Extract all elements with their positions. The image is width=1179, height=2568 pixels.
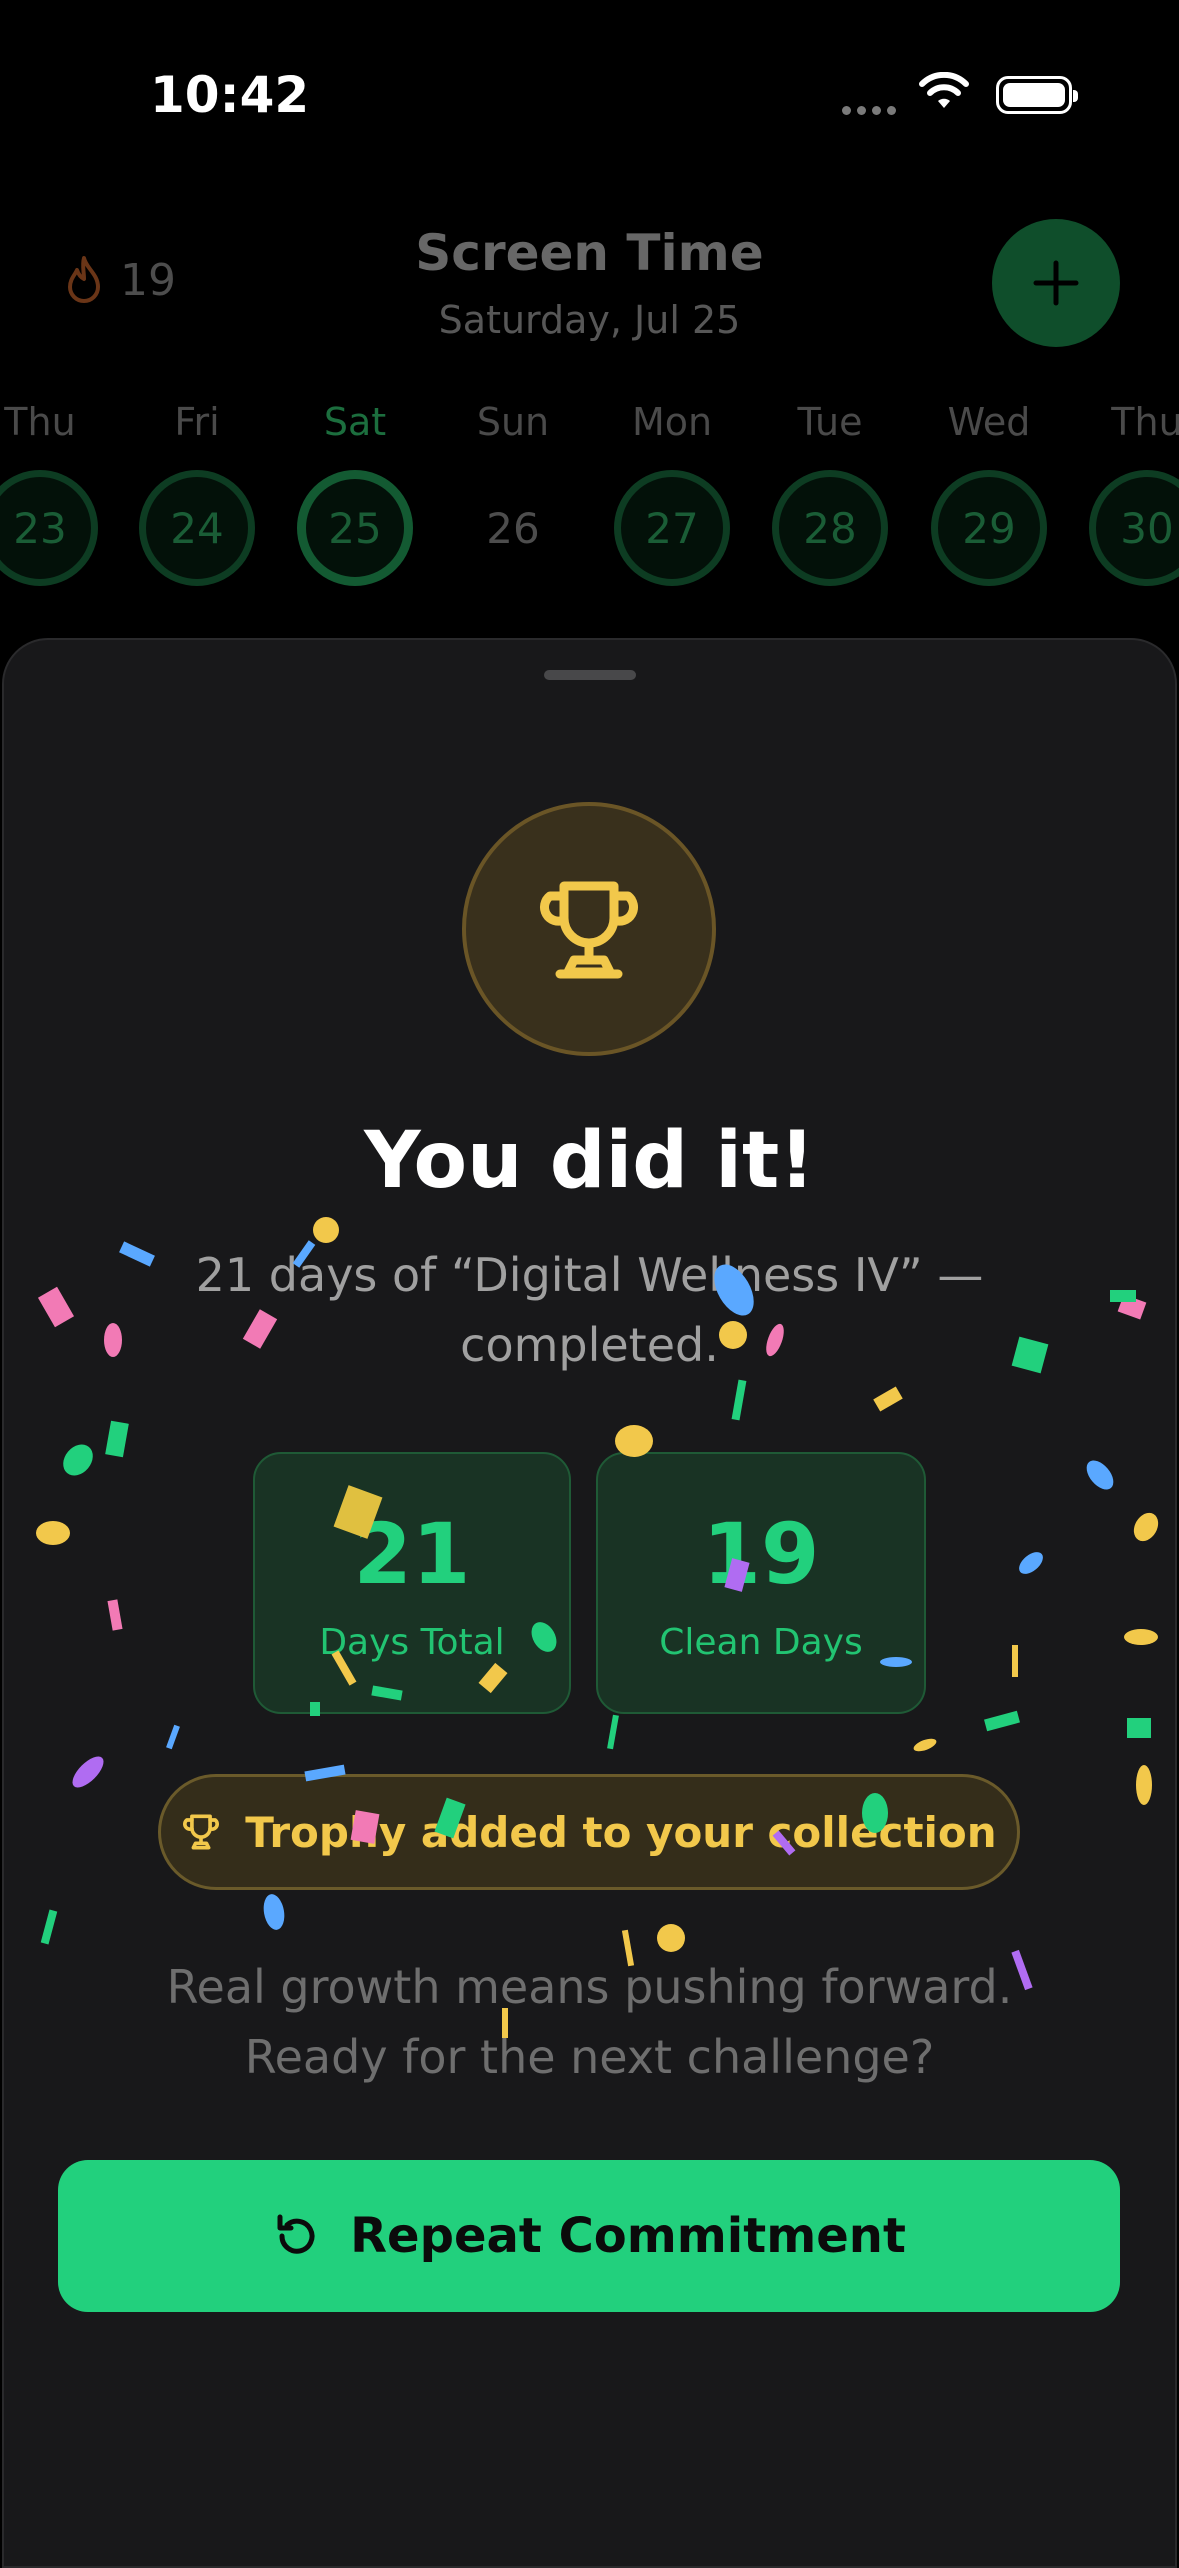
stat-value: 19 [702, 1505, 820, 1603]
trophy-notice: Trophy added to your collection [158, 1774, 1020, 1890]
motivation-text: Real growth means pushing forward. Ready… [166, 1960, 1013, 2084]
status-time: 10:42 [150, 66, 310, 124]
repeat-commitment-button[interactable]: Repeat Commitment [58, 2160, 1120, 2312]
day-item[interactable]: Sun 26 [451, 400, 575, 586]
day-number: 29 [931, 470, 1047, 586]
day-label: Fri [174, 400, 220, 444]
stat-value: 21 [353, 1505, 471, 1603]
day-label: Sat [323, 400, 387, 444]
sheet-drag-handle[interactable] [544, 670, 636, 680]
day-item[interactable]: Tue 28 [768, 400, 892, 586]
day-item[interactable]: Thu 30 [1085, 400, 1179, 586]
day-number: 23 [0, 470, 98, 586]
battery-icon [996, 76, 1078, 114]
plus-icon [1033, 260, 1079, 306]
add-button[interactable] [992, 219, 1120, 347]
day-item[interactable]: Thu 23 [0, 400, 102, 586]
day-label: Thu [1111, 400, 1179, 444]
trophy-notice-text: Trophy added to your collection [245, 1807, 997, 1857]
day-label: Sun [476, 400, 550, 444]
day-label: Tue [797, 400, 863, 444]
cellular-signal-icon [842, 100, 902, 115]
day-number: 28 [772, 470, 888, 586]
day-label: Mon [631, 400, 713, 444]
repeat-icon [277, 2214, 315, 2254]
wifi-icon [919, 72, 969, 108]
stat-days-total: 21 Days Total [253, 1452, 571, 1714]
day-label: Thu [4, 400, 76, 444]
trophy-small-icon [183, 1814, 220, 1850]
day-number: 24 [139, 470, 255, 586]
day-item[interactable]: Mon 27 [610, 400, 734, 586]
trophy-badge [462, 802, 716, 1056]
celebration-title: You did it! [364, 1116, 815, 1206]
stat-clean-days: 19 Clean Days [596, 1452, 926, 1714]
celebration-subtitle: 21 days of “Digital Wellness IV” — compl… [195, 1248, 984, 1372]
day-number: 26 [486, 503, 540, 553]
stat-label: Clean Days [659, 1622, 863, 1663]
day-item[interactable]: Wed 29 [927, 400, 1051, 586]
day-number: 27 [614, 470, 730, 586]
day-number: 25 [297, 470, 413, 586]
day-strip: Thu 23 Fri 24 Sat 25 Sun 26 Mon 27 Tue 2… [0, 400, 1179, 590]
day-item[interactable]: Fri 24 [135, 400, 259, 586]
trophy-icon [540, 881, 638, 979]
day-label: Wed [947, 400, 1031, 444]
day-item-selected[interactable]: Sat 25 [293, 400, 417, 586]
day-number: 30 [1089, 470, 1179, 586]
repeat-commitment-label: Repeat Commitment [350, 2208, 906, 2264]
stat-label: Days Total [319, 1622, 505, 1663]
